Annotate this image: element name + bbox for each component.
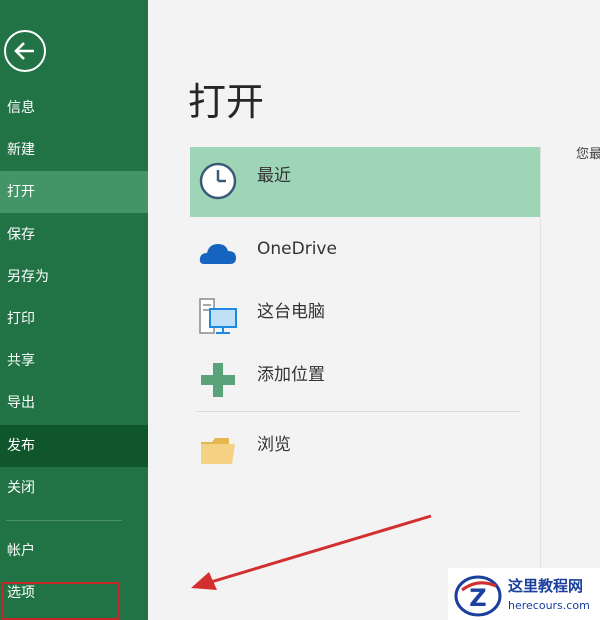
location-this-pc[interactable]: 这台电脑 [190,283,540,353]
back-arrow-icon [14,42,34,60]
back-button[interactable] [4,30,46,72]
plus-icon [201,363,235,397]
nav-item-info[interactable]: 信息 [0,87,148,129]
watermark-logo-icon: Z [454,575,502,617]
sidebar-divider [6,520,122,521]
watermark-site-name: 这里教程网 [508,577,584,595]
watermark-url: herecours.com [508,599,590,612]
location-label: 浏览 [257,435,291,455]
page-title: 打开 [188,80,265,124]
location-label: 添加位置 [257,365,325,385]
location-recent[interactable]: 最近 [190,147,540,217]
location-label: 最近 [257,166,291,186]
nav-item-publish[interactable]: 发布 [0,425,148,467]
nav-item-save[interactable]: 保存 [0,214,148,256]
location-label: OneDrive [257,239,337,259]
nav-item-share[interactable]: 共享 [0,340,148,382]
backstage-sidebar: 信息 新建 打开 保存 另存为 打印 共享 导出 发布 关闭 帐户 选项 [0,0,148,620]
nav-item-open[interactable]: 打开 [0,171,148,213]
nav-item-account[interactable]: 帐户 [0,530,148,572]
nav-item-save-as[interactable]: 另存为 [0,256,148,298]
watermark: Z 这里教程网 herecours.com [448,568,600,620]
cloud-icon [199,244,236,264]
nav-item-options[interactable]: 选项 [0,572,148,614]
computer-icon [199,298,237,334]
location-onedrive[interactable]: OneDrive [190,220,540,290]
annotation-arrow [191,514,432,590]
location-divider [197,411,520,412]
svg-text:Z: Z [469,584,486,612]
recent-files-hint: 您最 [576,147,600,162]
location-label: 这台电脑 [257,302,325,322]
clock-icon [199,162,237,200]
folder-icon [201,438,235,464]
nav-item-new[interactable]: 新建 [0,129,148,171]
location-browse[interactable]: 浏览 [190,416,540,486]
location-add-place[interactable]: 添加位置 [190,346,540,416]
nav-item-close[interactable]: 关闭 [0,467,148,509]
nav-item-export[interactable]: 导出 [0,382,148,424]
nav-item-print[interactable]: 打印 [0,298,148,340]
